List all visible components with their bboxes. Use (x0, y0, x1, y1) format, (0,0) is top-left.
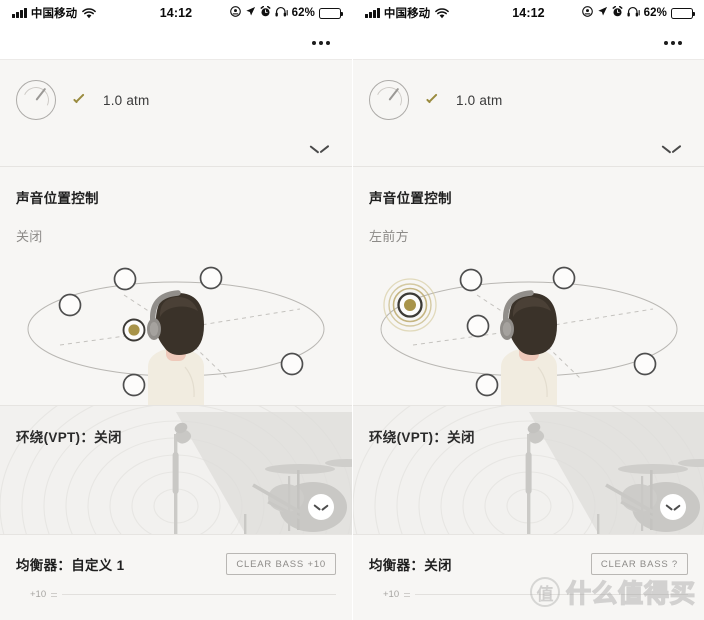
alarm-clock-icon (260, 5, 271, 20)
carrier-label: 中国移动 (383, 8, 431, 20)
clear-bass-badge[interactable]: CLEAR BASS ? (590, 553, 688, 575)
equalizer-scale-label: +10 (30, 589, 47, 600)
pressure-card[interactable]: 1.0 atm (0, 60, 352, 167)
vpt-surround-card[interactable]: 环绕(VPT)：关闭 (0, 406, 352, 535)
clear-bass-badge[interactable]: CLEAR BASS +10 (226, 553, 336, 575)
screen-record-icon (581, 6, 593, 20)
overflow-menu-button[interactable] (658, 35, 688, 51)
battery-percent-label: 62% (643, 7, 667, 19)
status-bar-right: 62% (229, 5, 344, 20)
vpt-label: 环绕(VPT)：关闭 (16, 430, 122, 445)
pressure-gauge-icon (16, 80, 56, 120)
dual-screenshot-comparison: 中国移动 14:12 62% 1.0 atm 声音位置控制 关闭 环绕(VPT)… (0, 0, 704, 620)
equalizer-scale-label: +10 (383, 589, 400, 600)
pressure-row: 1.0 atm (369, 80, 688, 120)
pressure-row: 1.0 atm (16, 80, 336, 120)
signal-bars-icon (12, 8, 27, 18)
location-arrow-icon (597, 6, 608, 20)
check-icon (425, 93, 440, 108)
sound-position-title: 声音位置控制 (16, 191, 99, 206)
sound-position-diagram[interactable] (0, 257, 352, 405)
phone-screen-left: 中国移动 14:12 62% 1.0 atm 声音位置控制 关闭 环绕(VPT)… (0, 0, 352, 620)
screen-record-icon (229, 6, 241, 20)
location-arrow-icon (245, 6, 256, 20)
chevron-down-icon[interactable] (308, 494, 334, 520)
battery-percent-label: 62% (291, 7, 315, 19)
scale-line (62, 594, 336, 595)
status-bar-left: 中国移动 (12, 5, 97, 21)
app-top-bar (0, 26, 352, 60)
battery-icon (319, 7, 344, 19)
chevron-down-icon[interactable] (310, 144, 328, 154)
phone-screen-right: 中国移动 14:12 62% 1.0 atm 声音位置控制 左前方 环绕(VPT… (352, 0, 704, 620)
vpt-surround-card[interactable]: 环绕(VPT)：关闭 (353, 406, 704, 535)
app-top-bar (353, 26, 704, 60)
equalizer-card[interactable]: 均衡器：关闭 CLEAR BASS ? +10 (353, 535, 704, 620)
signal-bars-icon (365, 8, 380, 18)
battery-icon (671, 7, 696, 19)
equalizer-title: 均衡器：自定义 1 (16, 558, 125, 573)
sound-position-value: 关闭 (16, 229, 43, 244)
sound-position-card[interactable]: 声音位置控制 关闭 (0, 167, 352, 406)
pressure-value: 1.0 atm (103, 92, 150, 108)
status-bar-left: 中国移动 (365, 5, 450, 21)
headphones-icon (275, 6, 288, 20)
pressure-value: 1.0 atm (456, 92, 503, 108)
alarm-clock-icon (612, 5, 623, 20)
scale-tick-icon (404, 592, 411, 597)
equalizer-title: 均衡器：关闭 (369, 558, 452, 573)
equalizer-row: 均衡器：自定义 1 CLEAR BASS +10 (16, 553, 336, 575)
wifi-icon (435, 7, 450, 19)
status-bar: 中国移动 14:12 62% (0, 0, 352, 26)
chevron-down-icon[interactable] (662, 144, 680, 154)
vpt-label: 环绕(VPT)：关闭 (369, 430, 475, 445)
equalizer-card[interactable]: 均衡器：自定义 1 CLEAR BASS +10 +10 (0, 535, 352, 620)
status-bar-right: 62% (581, 5, 696, 20)
sound-position-card[interactable]: 声音位置控制 左前方 (353, 167, 704, 406)
equalizer-row: 均衡器：关闭 CLEAR BASS ? (369, 553, 688, 575)
scale-line (415, 594, 688, 595)
equalizer-scale: +10 (16, 589, 336, 600)
sound-position-title: 声音位置控制 (369, 191, 452, 206)
pressure-gauge-icon (369, 80, 409, 120)
overflow-menu-button[interactable] (306, 35, 336, 51)
carrier-label: 中国移动 (30, 8, 78, 20)
sound-position-value: 左前方 (369, 229, 409, 244)
pressure-card[interactable]: 1.0 atm (353, 60, 704, 167)
wifi-icon (82, 7, 97, 19)
check-icon (72, 93, 87, 108)
status-bar: 中国移动 14:12 62% (353, 0, 704, 26)
equalizer-scale: +10 (369, 589, 688, 600)
chevron-down-icon[interactable] (660, 494, 686, 520)
scale-tick-icon (51, 592, 58, 597)
sound-position-diagram[interactable] (353, 257, 704, 405)
headphones-icon (627, 6, 640, 20)
